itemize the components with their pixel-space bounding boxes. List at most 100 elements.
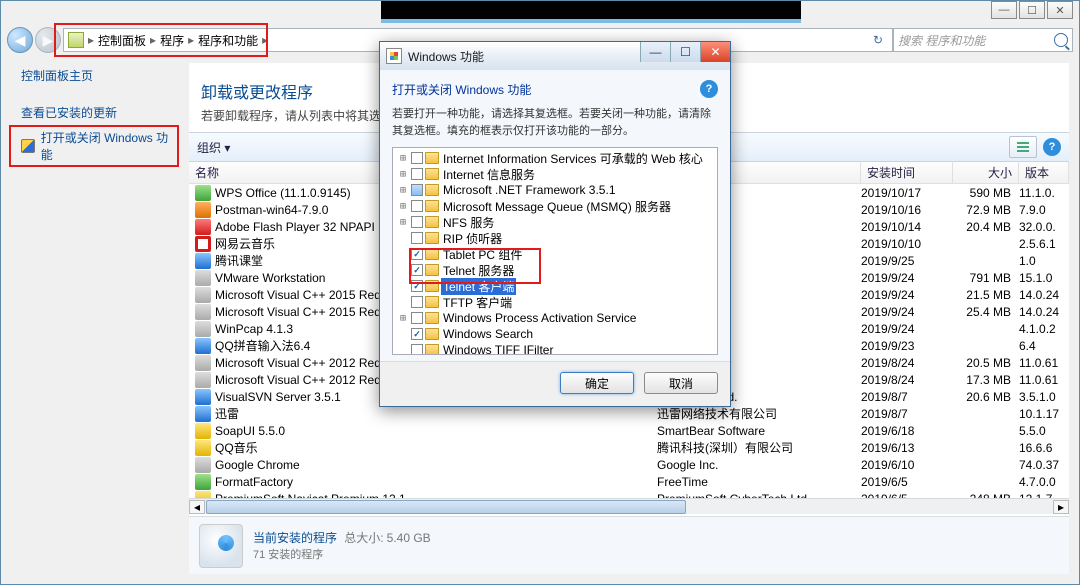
dialog-max-button[interactable]: ☐ <box>670 42 700 62</box>
nav-back-button[interactable]: ◀ <box>7 27 33 53</box>
program-icon <box>195 406 211 422</box>
tree-item[interactable]: ⊞Internet 信息服务 <box>393 166 717 182</box>
program-name: SoapUI 5.5.0 <box>215 424 285 438</box>
table-row[interactable]: Google ChromeGoogle Inc.2019/6/1074.0.37 <box>189 456 1069 473</box>
feature-checkbox[interactable] <box>411 328 423 340</box>
sidebar-updates[interactable]: 查看已安装的更新 <box>9 100 179 125</box>
program-name: VisualSVN Server 3.5.1 <box>215 390 341 404</box>
program-size: 20.4 MB <box>953 220 1019 234</box>
feature-label: Tablet PC 组件 <box>441 246 524 263</box>
tree-item[interactable]: Windows TIFF IFilter <box>393 342 717 355</box>
table-row[interactable]: FormatFactoryFreeTime2019/6/54.7.0.0 <box>189 473 1069 490</box>
tree-item[interactable]: ⊞Microsoft Message Queue (MSMQ) 服务器 <box>393 198 717 214</box>
expand-toggle[interactable]: ⊞ <box>397 169 409 180</box>
feature-checkbox[interactable] <box>411 216 423 228</box>
view-menu-button[interactable] <box>1009 136 1037 158</box>
col-version[interactable]: 版本 <box>1019 161 1069 184</box>
feature-checkbox[interactable] <box>411 168 423 180</box>
feature-checkbox[interactable] <box>411 296 423 308</box>
sidebar-windows-features[interactable]: 打开或关闭 Windows 功能 <box>9 125 179 167</box>
tree-item[interactable]: Telnet 客户端 <box>393 278 717 294</box>
col-size[interactable]: 大小 <box>953 161 1019 184</box>
search-input[interactable]: 搜索 程序和功能 <box>893 28 1073 52</box>
feature-checkbox[interactable] <box>411 248 423 260</box>
expand-toggle[interactable]: ⊞ <box>397 217 409 228</box>
tree-item[interactable]: RIP 侦听器 <box>393 230 717 246</box>
tree-item[interactable]: ⊞ Windows Process Activation Service <box>393 310 717 326</box>
dialog-close-button[interactable]: ✕ <box>700 42 730 62</box>
feature-checkbox[interactable] <box>411 344 423 355</box>
col-date[interactable]: 安装时间 <box>861 161 953 184</box>
folder-icon <box>425 328 439 340</box>
features-tree[interactable]: ⊞Internet Information Services 可承载的 Web … <box>392 147 718 355</box>
scroll-left-arrow[interactable]: ◂ <box>189 500 205 514</box>
close-button[interactable]: ✕ <box>1047 1 1073 19</box>
feature-checkbox[interactable] <box>411 280 423 292</box>
program-date: 2019/6/13 <box>861 441 953 455</box>
program-icon <box>195 321 211 337</box>
program-icon <box>195 304 211 320</box>
maximize-button[interactable]: ☐ <box>1019 1 1045 19</box>
minimize-button[interactable]: — <box>991 1 1017 19</box>
shield-icon <box>21 139 35 153</box>
breadcrumb-item[interactable]: 控制面板 <box>98 32 146 49</box>
separator-icon: ▸ <box>88 33 94 47</box>
feature-checkbox[interactable] <box>411 264 423 276</box>
program-version: 16.6.6 <box>1019 441 1069 455</box>
organize-button[interactable]: 组织 ▾ <box>197 139 230 156</box>
tree-item[interactable]: ⊞Internet Information Services 可承载的 Web … <box>393 150 717 166</box>
program-date: 2019/6/5 <box>861 475 953 489</box>
feature-checkbox[interactable] <box>411 232 423 244</box>
sidebar-home[interactable]: 控制面板主页 <box>9 63 179 88</box>
table-row[interactable]: SoapUI 5.5.0SmartBear Software2019/6/185… <box>189 422 1069 439</box>
table-row[interactable]: QQ音乐腾讯科技(深圳）有限公司2019/6/1316.6.6 <box>189 439 1069 456</box>
horizontal-scrollbar[interactable]: ◂ ▸ <box>189 498 1069 514</box>
help-button[interactable]: ? <box>1043 138 1061 156</box>
program-publisher: 腾讯科技(深圳）有限公司 <box>657 439 861 456</box>
tree-item[interactable]: ⊞NFS 服务 <box>393 214 717 230</box>
tree-item[interactable]: ⊞Microsoft .NET Framework 3.5.1 <box>393 182 717 198</box>
tree-item[interactable]: Telnet 服务器 <box>393 262 717 278</box>
cancel-button[interactable]: 取消 <box>644 372 718 394</box>
feature-checkbox[interactable] <box>411 200 423 212</box>
program-date: 2019/9/24 <box>861 288 953 302</box>
program-name: 迅雷 <box>215 405 239 422</box>
expand-toggle[interactable]: ⊞ <box>397 153 409 164</box>
tree-item[interactable]: TFTP 客户端 <box>393 294 717 310</box>
control-panel-icon <box>68 32 84 48</box>
program-icon <box>195 270 211 286</box>
feature-checkbox[interactable] <box>411 152 423 164</box>
feature-checkbox[interactable] <box>411 184 423 196</box>
dialog-min-button[interactable]: — <box>640 42 670 62</box>
tree-item[interactable]: Windows Search <box>393 326 717 342</box>
expand-toggle[interactable]: ⊞ <box>397 201 409 212</box>
program-icon <box>195 202 211 218</box>
scroll-right-arrow[interactable]: ▸ <box>1053 500 1069 514</box>
dialog-title-text: Windows 功能 <box>408 48 484 65</box>
program-version: 4.1.0.2 <box>1019 322 1069 336</box>
program-publisher: 迅雷网络技术有限公司 <box>657 405 861 422</box>
nav-forward-button[interactable]: ▶ <box>35 27 61 53</box>
search-icon <box>1054 33 1068 47</box>
program-size: 21.5 MB <box>953 288 1019 302</box>
breadcrumb-item[interactable]: 程序 <box>160 32 184 49</box>
program-publisher: Google Inc. <box>657 458 861 472</box>
dialog-help-button[interactable]: ? <box>700 80 718 98</box>
program-size: 20.6 MB <box>953 390 1019 404</box>
separator-icon: ▸ <box>262 33 268 47</box>
dialog-titlebar[interactable]: Windows 功能 — ☐ ✕ <box>380 42 730 70</box>
program-name: Microsoft Visual C++ 2012 Redi <box>215 373 384 387</box>
footer-title: 当前安装的程序 总大小: 5.40 GB <box>253 529 431 546</box>
expand-toggle[interactable]: ⊞ <box>397 313 409 324</box>
program-date: 2019/6/18 <box>861 424 953 438</box>
ok-button[interactable]: 确定 <box>560 372 634 394</box>
feature-label: Windows Process Activation Service <box>441 311 638 325</box>
breadcrumb-item[interactable]: 程序和功能 <box>198 32 258 49</box>
feature-checkbox[interactable] <box>411 312 423 324</box>
scroll-thumb[interactable] <box>206 500 686 514</box>
tree-item[interactable]: Tablet PC 组件 <box>393 246 717 262</box>
expand-toggle[interactable]: ⊞ <box>397 185 409 196</box>
refresh-icon[interactable]: ↻ <box>868 33 888 47</box>
table-row[interactable]: 迅雷迅雷网络技术有限公司2019/8/710.1.17 <box>189 405 1069 422</box>
program-icon <box>195 372 211 388</box>
